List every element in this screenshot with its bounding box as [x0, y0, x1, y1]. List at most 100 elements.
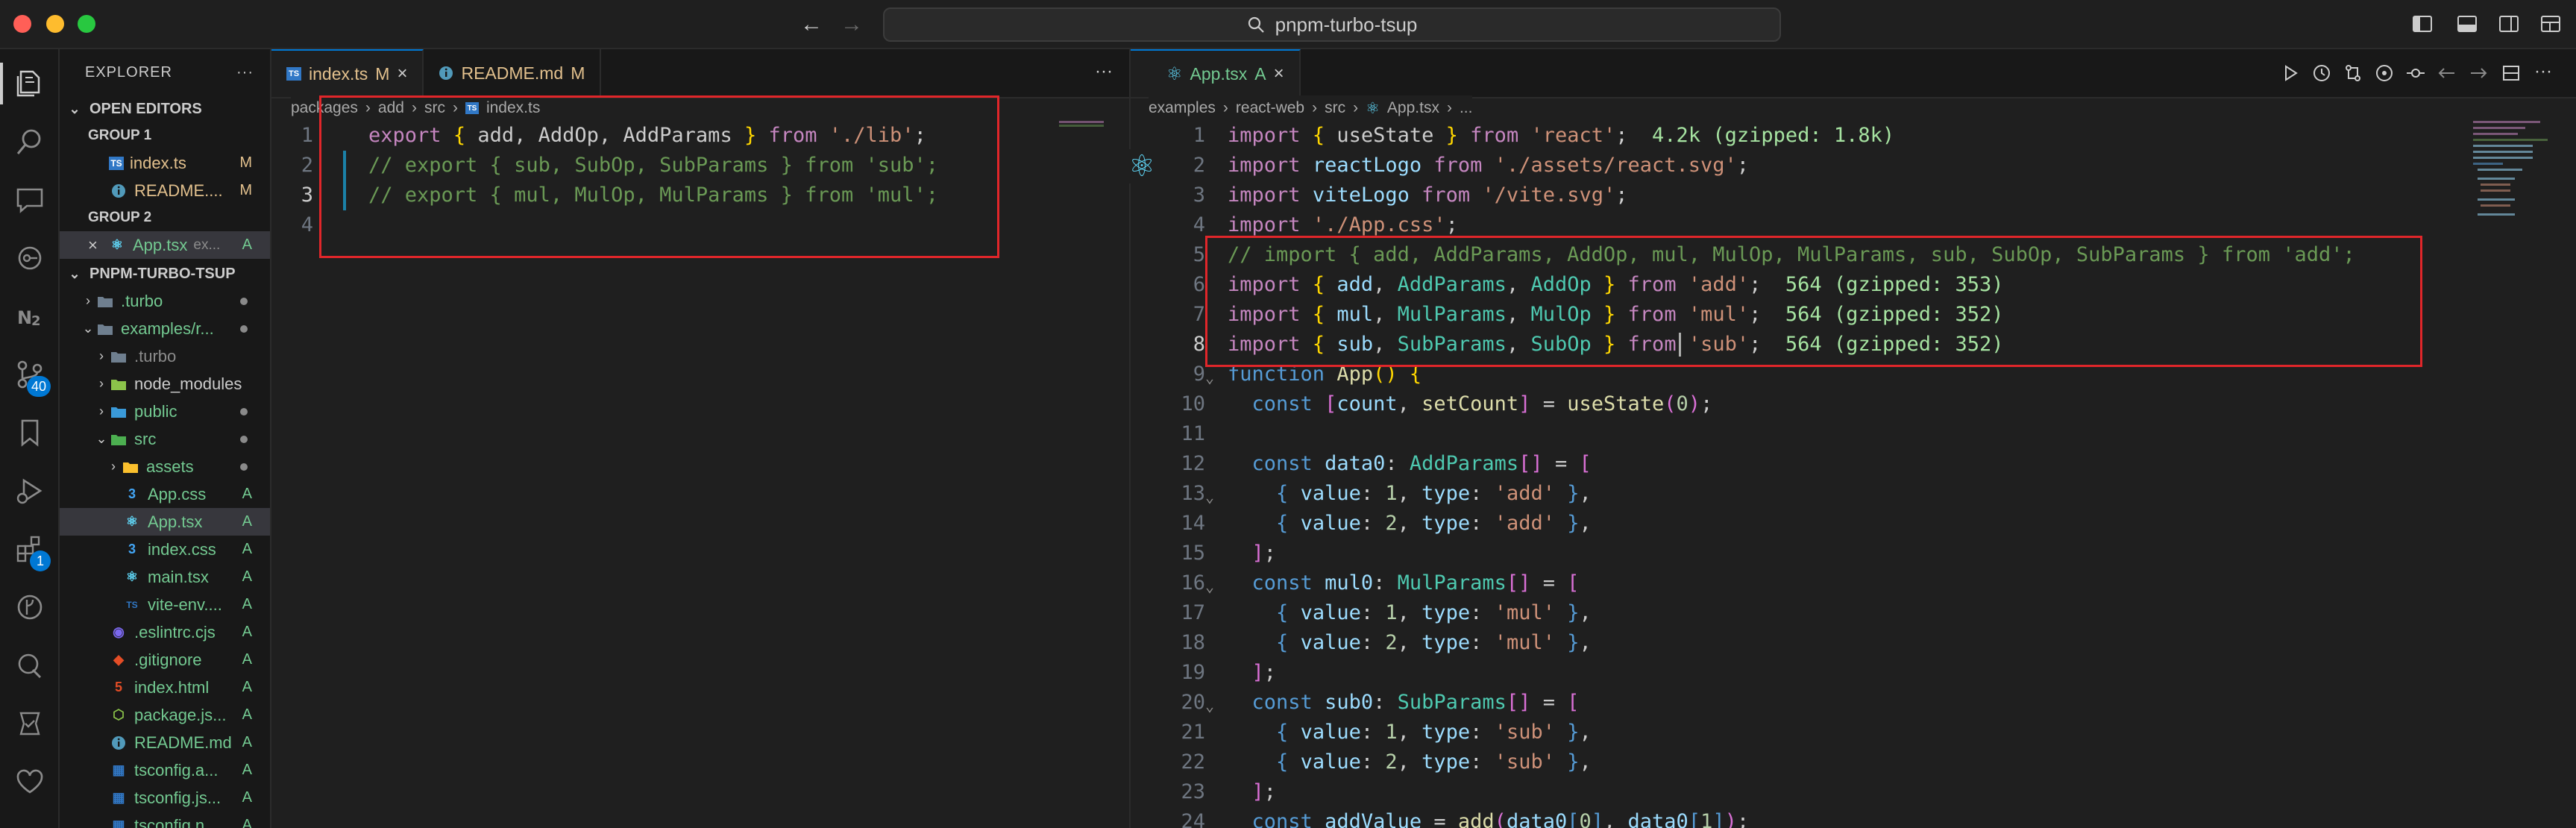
toggle-primary-sidebar-icon[interactable]	[2409, 10, 2436, 37]
line-number: 14	[1181, 512, 1205, 535]
tree-file[interactable]: 3 index.css A	[60, 536, 270, 563]
back-arrow-icon[interactable]: ←	[795, 10, 828, 39]
git-graph-icon[interactable]	[0, 579, 60, 636]
maximize-window-button[interactable]	[78, 15, 95, 33]
history-icon[interactable]	[2309, 58, 2334, 88]
more-actions-button[interactable]: ···	[1095, 61, 1113, 82]
search-icon[interactable]	[0, 113, 60, 170]
testing-icon[interactable]	[0, 695, 60, 752]
command-center-text: pnpm-turbo-tsup	[1275, 13, 1418, 36]
minimize-window-button[interactable]	[46, 15, 64, 33]
command-center-search[interactable]: pnpm-turbo-tsup	[883, 7, 1781, 42]
tree-file[interactable]: ▦ tsconfig.a... A	[60, 756, 270, 784]
breadcrumb-item[interactable]: ...	[1460, 99, 1473, 117]
tree-file[interactable]: README.md A	[60, 729, 270, 756]
tree-file[interactable]: ⬡ package.js... A	[60, 701, 270, 729]
close-icon[interactable]: ×	[1274, 63, 1284, 84]
explorer-more-button[interactable]: ···	[236, 64, 254, 81]
annotation-box	[319, 95, 999, 258]
source-control-icon[interactable]: 40	[0, 346, 60, 403]
git-status-badge: M	[239, 154, 252, 171]
breadcrumb-item[interactable]: App.tsx	[1387, 99, 1439, 117]
nx-console-icon[interactable]: N2	[0, 288, 60, 345]
fold-chevron-icon[interactable]: ⌄	[1205, 482, 1214, 512]
tree-file[interactable]: 5 index.html A	[60, 674, 270, 701]
open-editors-section[interactable]: ⌄ OPEN EDITORS	[60, 95, 270, 122]
open-editor-item[interactable]: × ⚛ App.tsx ex... A	[60, 231, 270, 259]
previous-change-icon[interactable]	[2434, 58, 2460, 88]
tree-file[interactable]: ◉ .eslintrc.cjs A	[60, 618, 270, 646]
line-number: 1	[1193, 124, 1205, 147]
tree-folder[interactable]: › .turbo	[60, 342, 270, 370]
tree-folder[interactable]: › assets	[60, 453, 270, 480]
file-name: .eslintrc.cjs	[134, 622, 216, 642]
forward-arrow-icon[interactable]: →	[835, 10, 868, 39]
breadcrumb-item[interactable]: src	[1325, 99, 1345, 117]
project-section[interactable]: ⌄ PNPM-TURBO-TSUP	[60, 260, 270, 287]
line-number: 13	[1181, 482, 1205, 505]
react-file-icon: ⚛	[110, 237, 124, 252]
compare-changes-icon[interactable]	[2340, 58, 2366, 88]
close-window-button[interactable]	[13, 15, 31, 33]
open-editor-item[interactable]: TS index.ts M	[60, 149, 270, 177]
chat-icon[interactable]	[0, 172, 60, 228]
breadcrumb-item[interactable]: react-web	[1236, 99, 1304, 117]
tab-readme[interactable]: README.md M	[424, 49, 602, 97]
extensions-icon[interactable]: 1	[0, 521, 60, 577]
tree-folder[interactable]: › public	[60, 398, 270, 425]
favorites-heart-icon[interactable]	[0, 753, 60, 810]
status-dot	[240, 324, 248, 333]
chevron-down-icon: ⌄	[69, 101, 81, 116]
tree-file[interactable]: ▦ tsconfig.js... A	[60, 784, 270, 812]
code-line: { value: 1, type: 'sub' },	[1276, 721, 1592, 744]
tree-folder[interactable]: › node_modules	[60, 370, 270, 398]
git-lens-icon[interactable]	[0, 230, 60, 286]
split-editor-icon[interactable]	[2498, 58, 2524, 88]
tree-file[interactable]: ▦ tsconfig.n... A	[60, 812, 270, 828]
tree-folder[interactable]: ⌄ examples/r...	[60, 315, 270, 342]
explorer-icon[interactable]	[0, 55, 60, 112]
code-line: { value: 2, type: 'add' },	[1276, 512, 1592, 535]
customize-layout-icon[interactable]	[2537, 10, 2564, 37]
remote-explorer-icon[interactable]	[0, 637, 60, 694]
right-code-editor[interactable]: 1 2 3 4 5 6 7 8 9 10 11 12 13 14 15 16 1…	[1131, 121, 2473, 828]
css-file-icon: 3	[128, 486, 136, 501]
open-editor-item[interactable]: README.... M	[60, 177, 270, 204]
git-status-badge: A	[242, 762, 252, 778]
git-commit-icon[interactable]	[2403, 58, 2428, 88]
more-actions-button[interactable]: ···	[2534, 61, 2552, 82]
run-debug-icon[interactable]	[0, 462, 60, 519]
tree-file[interactable]: ◆ .gitignore A	[60, 646, 270, 674]
close-icon[interactable]: ×	[88, 236, 103, 255]
right-editor-tabbar: ⚛ App.tsx A × ···	[1131, 49, 2576, 98]
toggle-secondary-sidebar-icon[interactable]	[2495, 10, 2522, 37]
open-changes-icon[interactable]	[2372, 58, 2397, 88]
tab-index-ts[interactable]: TS index.ts M ×	[271, 49, 424, 97]
bookmark-icon[interactable]	[0, 404, 60, 461]
fold-chevron-icon[interactable]: ⌄	[1205, 691, 1214, 721]
tree-file[interactable]: ⚛ App.tsx A	[60, 508, 270, 536]
toggle-panel-icon[interactable]	[2454, 10, 2481, 37]
tree-file[interactable]: ⚛ main.tsx A	[60, 563, 270, 591]
info-file-icon	[109, 735, 128, 751]
git-status-badge: A	[242, 486, 252, 502]
tree-file[interactable]: TS vite-env.... A	[60, 591, 270, 618]
tab-app-tsx[interactable]: ⚛ App.tsx A ×	[1131, 49, 1301, 97]
tree-file[interactable]: 3 App.css A	[60, 480, 270, 508]
close-icon[interactable]: ×	[397, 63, 407, 84]
left-minimap[interactable]	[1059, 121, 1111, 127]
minimap[interactable]	[2473, 121, 2563, 225]
line-number: 24	[1181, 810, 1205, 828]
tree-folder[interactable]: ⌄ src	[60, 425, 270, 453]
git-status-badge: A	[242, 541, 252, 557]
fold-chevron-icon[interactable]: ⌄	[1205, 571, 1214, 601]
line-number: 7	[1193, 303, 1205, 326]
run-icon[interactable]	[2278, 58, 2303, 88]
next-change-icon[interactable]	[2466, 58, 2491, 88]
tree-folder[interactable]: › .turbo	[60, 287, 270, 315]
fold-chevron-icon[interactable]: ⌄	[1205, 363, 1214, 392]
code-line: import { useState } from 'react'; 4.2k (…	[1228, 124, 1895, 147]
line-number: 12	[1181, 452, 1205, 475]
breadcrumb-item[interactable]: examples	[1149, 99, 1216, 117]
line-number: 3	[1193, 184, 1205, 207]
